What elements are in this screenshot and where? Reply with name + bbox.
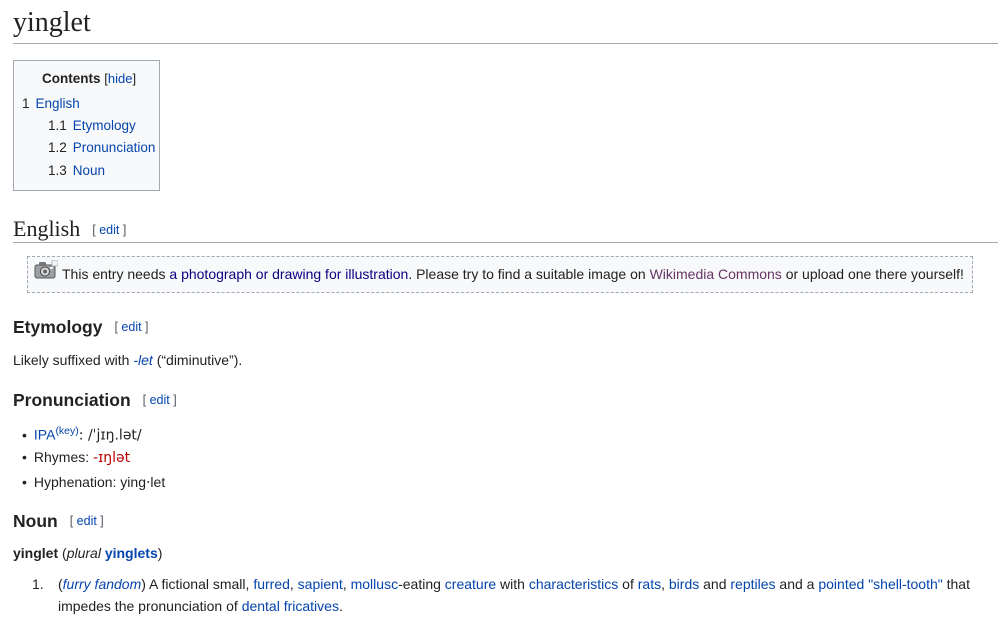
edit-section: [ edit ] bbox=[92, 223, 127, 237]
section-divider bbox=[13, 242, 998, 243]
toc-item-noun[interactable]: 1.3 Noun bbox=[48, 163, 105, 178]
definition-text: (furry fandom) A fictional small, furred… bbox=[40, 573, 980, 617]
heading-text: Noun bbox=[13, 511, 58, 531]
toc-number: 1.3 bbox=[48, 163, 67, 178]
toc-number: 1.2 bbox=[48, 140, 67, 155]
toc-item-etymology[interactable]: 1.1 Etymology bbox=[48, 118, 136, 133]
toc-link[interactable]: English bbox=[36, 96, 80, 111]
toc-link[interactable]: Noun bbox=[73, 163, 105, 178]
ipa-key-link[interactable]: (key) bbox=[55, 425, 78, 437]
definition-text-part: , bbox=[289, 576, 298, 592]
definition-link[interactable]: rats bbox=[638, 576, 661, 592]
list-item: Rhymes: -ɪŋlət bbox=[22, 446, 165, 472]
table-of-contents: Contents [hide] 1 English 1.1 Etymology 1.… bbox=[13, 60, 160, 191]
notice-text: . Please try to find a suitable image on bbox=[408, 266, 650, 282]
definition-link[interactable]: mollusc bbox=[351, 576, 398, 592]
rhymes-label: Rhymes: bbox=[33, 448, 94, 465]
toc-link[interactable]: Etymology bbox=[73, 118, 136, 133]
definition-link[interactable]: "shell-tooth" bbox=[868, 576, 943, 592]
toc-number: 1.1 bbox=[48, 118, 67, 133]
heading-text: English bbox=[13, 216, 81, 241]
definition-text-part: ) A fictional small, bbox=[141, 576, 254, 592]
edit-link[interactable]: edit bbox=[150, 393, 170, 407]
etymology-text: Likely suffixed with -let (“diminutive”)… bbox=[13, 350, 242, 370]
toc-number: 1 bbox=[22, 96, 30, 111]
ipa-link[interactable]: IPA bbox=[34, 427, 56, 443]
etymology-text-part: (“diminutive”). bbox=[152, 352, 243, 368]
definition-link[interactable]: birds bbox=[669, 576, 699, 592]
punct: ) bbox=[157, 545, 163, 561]
heading-text: Etymology bbox=[13, 317, 103, 337]
illustration-notice: This entry needs a photograph or drawing… bbox=[27, 256, 973, 293]
definition-text-part: with bbox=[496, 576, 529, 592]
rhymes-link[interactable]: -ɪŋlət bbox=[93, 450, 130, 466]
etymology-text-part: Likely suffixed with bbox=[13, 352, 134, 368]
toc-hide-link[interactable]: hide bbox=[108, 71, 133, 86]
list-item: Hyphenation: ying‧let bbox=[22, 471, 165, 497]
hyphenation-text: Hyphenation: ying‧let bbox=[33, 474, 166, 490]
wikimedia-commons-link[interactable]: Wikimedia Commons bbox=[650, 266, 782, 282]
toc-link[interactable]: Pronunciation bbox=[73, 140, 156, 155]
illustration-link[interactable]: a photograph or drawing for illustration bbox=[169, 266, 408, 282]
edit-section: [ edit ] bbox=[142, 393, 177, 407]
notice-text: This entry needs bbox=[62, 266, 170, 282]
toc-heading: Contents bbox=[42, 71, 101, 86]
edit-section: [ edit ] bbox=[69, 514, 104, 528]
title-divider bbox=[13, 43, 998, 44]
definition-link[interactable]: reptiles bbox=[730, 576, 775, 592]
definition-link[interactable]: pointed bbox=[818, 576, 864, 592]
toc-item-pronunciation[interactable]: 1.2 Pronunciation bbox=[48, 140, 155, 155]
definition-text-part: -eating bbox=[398, 576, 445, 592]
headword: yinglet bbox=[13, 545, 59, 561]
definition-text-part: , bbox=[342, 576, 351, 592]
camera-icon bbox=[34, 258, 59, 293]
edit-section: [ edit ] bbox=[114, 320, 149, 334]
definition-link[interactable]: furred bbox=[253, 576, 290, 592]
notice-text: or upload one there yourself! bbox=[781, 266, 964, 282]
section-heading-english: English [ edit ] bbox=[13, 214, 126, 245]
definition-link[interactable]: creature bbox=[445, 576, 496, 592]
suffix-let-link[interactable]: -let bbox=[133, 352, 152, 368]
page-title: yinglet bbox=[13, 7, 91, 38]
plural-label: plural bbox=[66, 545, 101, 561]
edit-link[interactable]: edit bbox=[121, 320, 141, 334]
pronunciation-list: IPA(key): /ˈjɪŋ.lət/ Rhymes: -ɪŋlət Hyph… bbox=[22, 420, 165, 497]
punct: ( bbox=[58, 545, 67, 561]
edit-link[interactable]: edit bbox=[99, 223, 119, 237]
definition-text-part: , bbox=[661, 576, 669, 592]
definition-number: 1. bbox=[32, 576, 44, 592]
definition-text-part: . bbox=[338, 598, 343, 614]
definition-link[interactable]: characteristics bbox=[529, 576, 618, 592]
noun-headword-line: yinglet (plural yinglets) bbox=[13, 543, 162, 563]
section-heading-etymology: Etymology [ edit ] bbox=[13, 315, 149, 339]
definition-link[interactable]: sapient bbox=[298, 576, 343, 592]
definition-link[interactable]: dental fricatives bbox=[242, 598, 339, 614]
definition-item: 1. (furry fandom) A fictional small, fur… bbox=[32, 573, 980, 617]
heading-text: Pronunciation bbox=[13, 390, 131, 410]
toc-header: Contents [hide] bbox=[42, 71, 137, 86]
ipa-value: : /ˈjɪŋ.lət/ bbox=[78, 427, 142, 444]
section-heading-noun: Noun [ edit ] bbox=[13, 509, 104, 533]
list-item: IPA(key): /ˈjɪŋ.lət/ bbox=[22, 420, 165, 446]
definition-text-part: and bbox=[699, 576, 731, 592]
definition-text-part: of bbox=[618, 576, 638, 592]
definition-text-part: and a bbox=[775, 576, 819, 592]
plural-form-link[interactable]: yinglets bbox=[105, 545, 158, 561]
context-label-link[interactable]: furry fandom bbox=[63, 576, 142, 592]
toc-item-english[interactable]: 1 English bbox=[22, 96, 80, 111]
section-heading-pronunciation: Pronunciation [ edit ] bbox=[13, 388, 177, 412]
edit-link[interactable]: edit bbox=[77, 514, 97, 528]
